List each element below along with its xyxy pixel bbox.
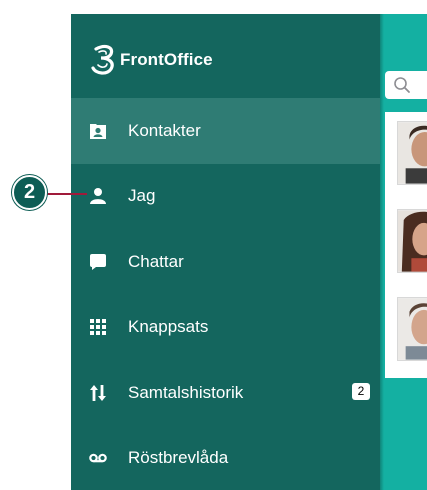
menu-item-jag[interactable]: Jag [71,164,380,230]
menu-item-label: Samtalshistorik [128,382,244,402]
three-logo-icon [91,44,114,75]
callout-connector-line [47,193,87,195]
menu-item-label: Chattar [128,251,184,271]
contact-avatar[interactable] [397,209,427,273]
search-icon [394,77,410,93]
voicemail-icon [87,447,109,469]
menu-item-chattar[interactable]: Chattar [71,229,380,295]
unread-count-badge: 2 [352,383,370,400]
contacts-panel-peek[interactable] [380,14,427,490]
contact-avatar[interactable] [397,297,427,361]
search-input[interactable] [385,71,427,99]
person-icon [87,185,109,207]
menu-item-rostbrevlada[interactable]: Röstbrevlåda [71,426,380,490]
app-name: FrontOffice [120,50,213,69]
menu-item-label: Röstbrevlåda [128,448,229,468]
app-window: FrontOffice Kontakter Jag Chattar Knapps… [71,14,427,490]
menu-item-kontakter[interactable]: Kontakter [71,98,380,164]
callout-marker: 2 [12,175,47,210]
menu-item-knappsats[interactable]: Knappsats [71,295,380,361]
sidebar: FrontOffice Kontakter Jag Chattar Knapps… [71,14,380,490]
menu-item-label: Jag [128,186,156,206]
chat-bubble-icon [87,251,109,273]
contact-list [385,112,427,378]
keypad-icon [87,316,109,338]
menu-item-label: Knappsats [128,317,209,337]
menu-item-samtalshistorik[interactable]: Samtalshistorik 2 [71,360,380,426]
contact-card-icon [87,120,109,142]
menu-item-label: Kontakter [128,120,201,140]
contact-avatar[interactable] [397,121,427,185]
call-history-icon [87,382,109,404]
app-logo: FrontOffice [87,42,213,78]
main-menu: Kontakter Jag Chattar Knappsats Samtalsh… [71,98,380,490]
